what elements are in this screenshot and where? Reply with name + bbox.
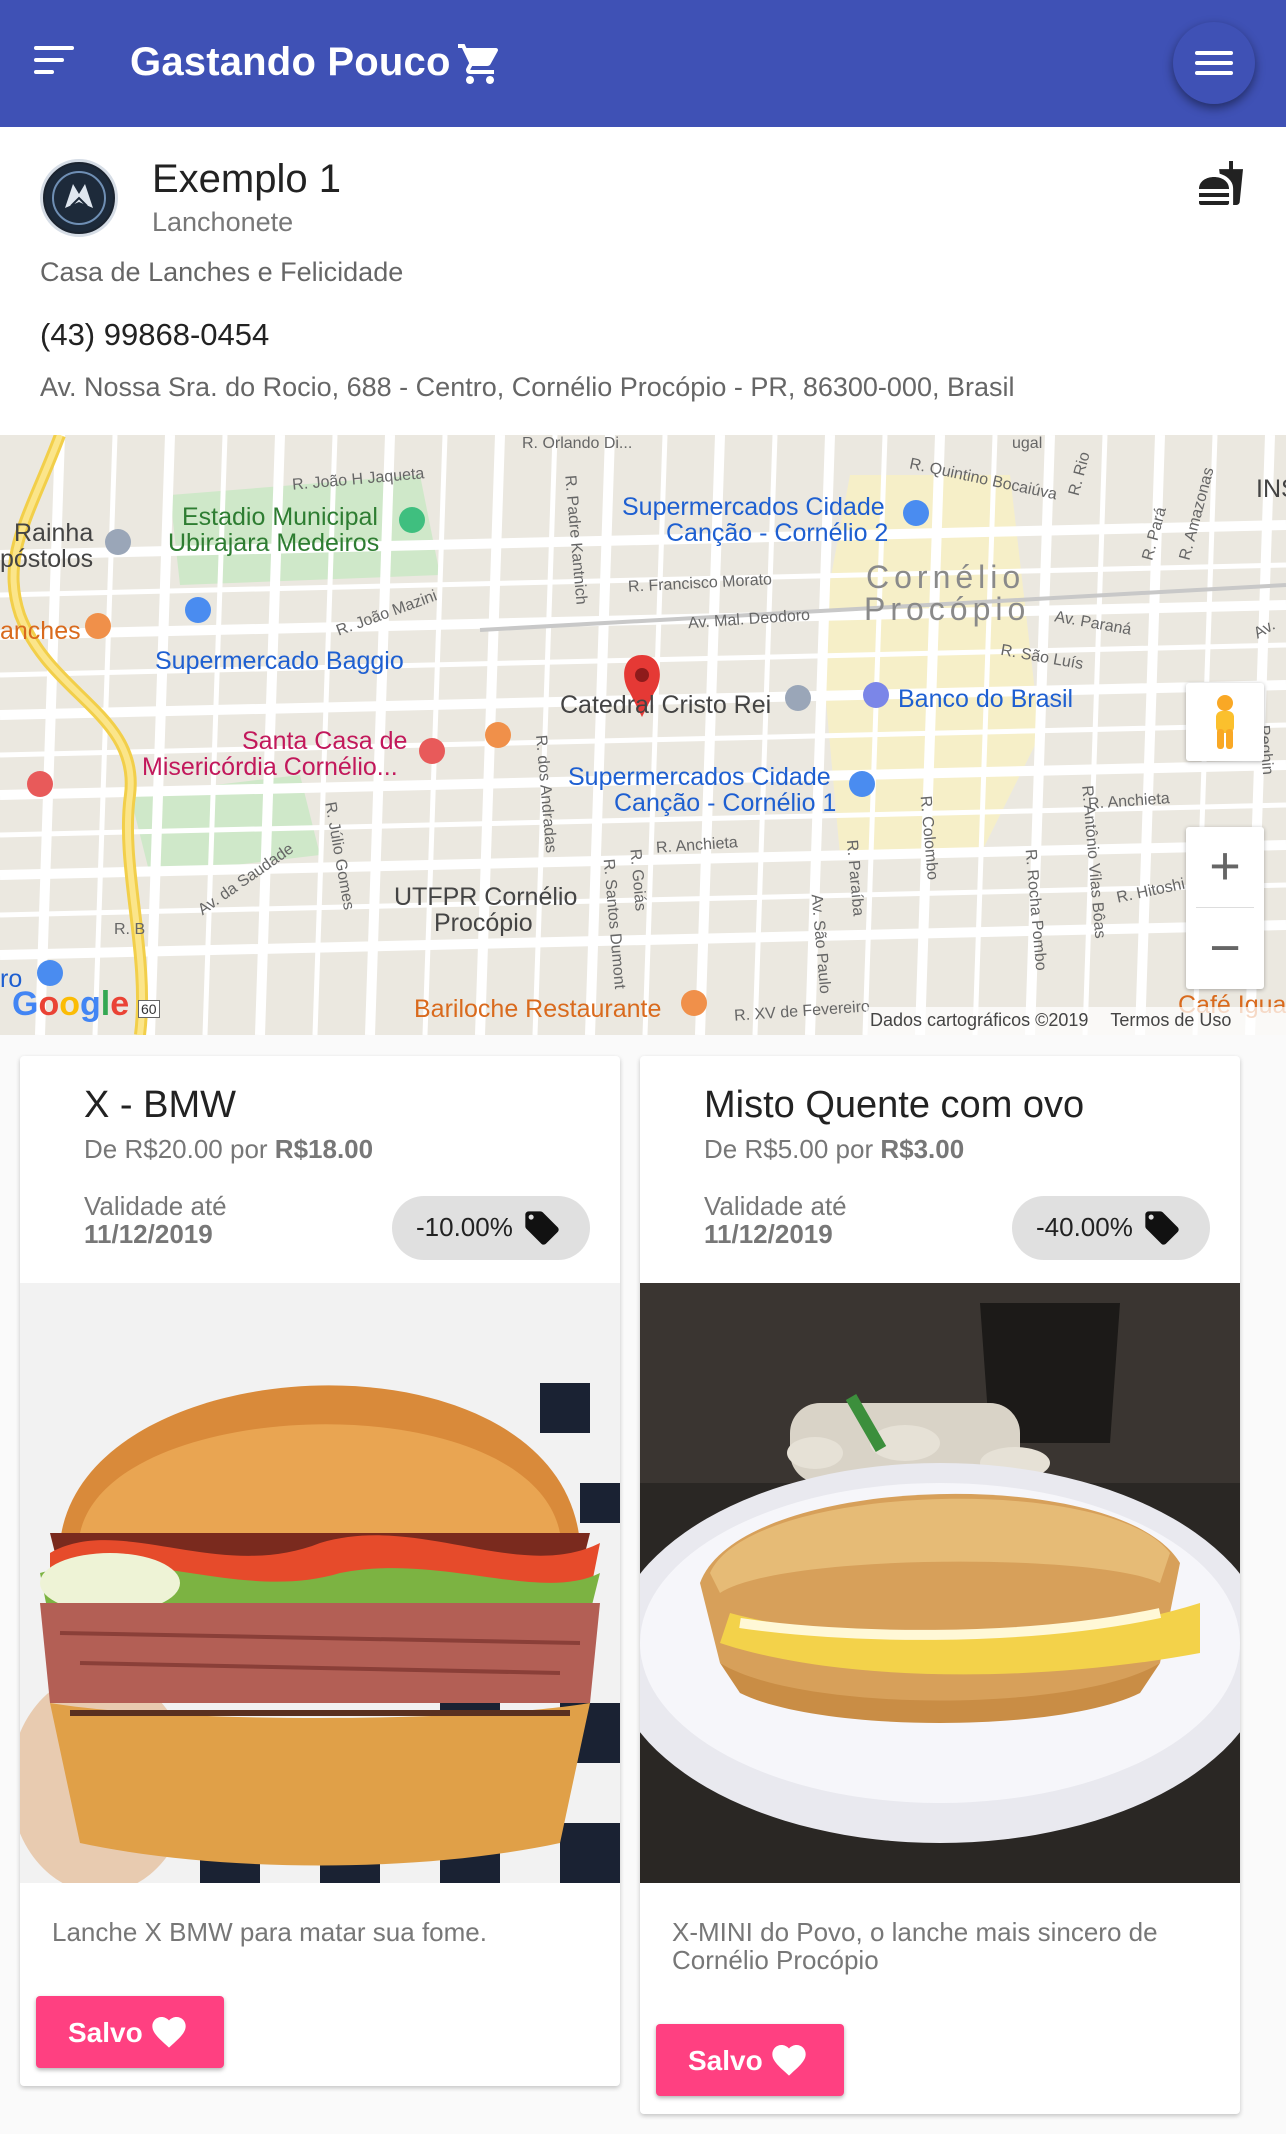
map-label: Banco do Brasil — [898, 685, 1074, 713]
zoom-in-button[interactable]: + — [1186, 827, 1264, 907]
offer-validity: Validade até 11/12/2019 — [704, 1192, 847, 1248]
zoom-control: + − — [1186, 827, 1264, 989]
validity-label: Validade até — [84, 1191, 227, 1221]
store-logo — [40, 159, 118, 237]
offer-card[interactable]: X - BMW De R$20.00 por R$18.00 Validade … — [20, 1056, 620, 2086]
zoom-out-button[interactable]: − — [1186, 909, 1264, 989]
app-title: Gastando Pouco — [130, 40, 451, 84]
saved-label: Salvo — [68, 2017, 143, 2048]
validity-label: Validade até — [704, 1191, 847, 1221]
map-label: Misericórdia Cornélio... — [142, 753, 398, 781]
price-original: De R$20.00 por — [84, 1134, 275, 1164]
discount-chip: -40.00% — [1012, 1196, 1210, 1260]
tag-icon — [1145, 1211, 1179, 1245]
street-label: ugal — [1012, 435, 1043, 452]
map-label: Canção - Cornélio 1 — [614, 789, 837, 817]
cart-icon[interactable] — [455, 40, 505, 88]
offer-title: X - BMW — [84, 1084, 236, 1126]
terms-link[interactable]: Termos de Uso — [1110, 1010, 1231, 1030]
map-label: anches — [0, 617, 81, 645]
offer-photo — [20, 1283, 620, 1883]
validity-date: 11/12/2019 — [84, 1219, 213, 1249]
offer-title: Misto Quente com ovo — [704, 1084, 1085, 1126]
store-name: Exemplo 1 — [152, 157, 341, 201]
tag-icon — [525, 1211, 559, 1245]
store-category: Lanchonete — [152, 207, 294, 237]
map-scale: 60 — [138, 1000, 160, 1018]
store-info: Exemplo 1 Lanchonete Casa de Lanches e F… — [0, 127, 1286, 435]
validity-date: 11/12/2019 — [704, 1219, 833, 1249]
food-icon[interactable] — [1196, 159, 1246, 207]
map-label: Catedral Cristo Rei — [560, 691, 772, 719]
discount-value: -40.00% — [1036, 1212, 1133, 1242]
store-phone[interactable]: (43) 99868-0454 — [40, 317, 269, 353]
map-label: Supermercado Baggio — [155, 647, 404, 675]
offer-description: X-MINI do Povo, o lanche mais sincero de… — [672, 1917, 1158, 1975]
map-label: UTFPR Cornélio — [394, 883, 578, 911]
offer-price: De R$5.00 por R$3.00 — [704, 1134, 964, 1165]
map-label: Supermercados Cidade — [622, 493, 885, 521]
price-new: R$18.00 — [274, 1134, 374, 1164]
discount-chip: -10.00% — [392, 1196, 590, 1260]
street-label: R. Orlando Di... — [522, 435, 633, 452]
pegman-icon[interactable] — [1186, 683, 1264, 761]
heart-icon — [772, 2045, 806, 2076]
map-label: Santa Casa de — [242, 727, 408, 755]
price-new: R$3.00 — [880, 1134, 965, 1164]
price-original: De R$5.00 por — [704, 1134, 881, 1164]
map-label: póstolos — [0, 545, 94, 573]
offer-description: Lanche X BMW para matar sua fome. — [52, 1917, 487, 1947]
street-label: R. B — [114, 921, 146, 938]
map-data-credit: Dados cartográficos ©2019 — [870, 1010, 1089, 1030]
map-label: Bariloche Restaurante — [414, 995, 662, 1023]
app-bar: Gastando Pouco — [0, 0, 1286, 127]
map-label: Canção - Cornélio 2 — [666, 519, 889, 547]
map-label: Estadio Municipal — [182, 503, 378, 531]
map-label: Rainha — [14, 519, 94, 547]
offer-price: De R$20.00 por R$18.00 — [84, 1134, 373, 1165]
map-label: Procópio — [434, 909, 533, 937]
map-attribution: Dados cartográficos ©2019 Termos de Uso — [866, 1007, 1286, 1035]
store-address: Av. Nossa Sra. do Rocio, 688 - Centro, C… — [40, 372, 1015, 402]
store-description: Casa de Lanches e Felicidade — [40, 257, 404, 287]
google-logo: Google — [12, 985, 130, 1023]
saved-button[interactable]: Salvo — [656, 2024, 844, 2096]
discount-value: -10.00% — [416, 1212, 513, 1242]
map-label: Ubirajara Medeiros — [168, 529, 380, 557]
offer-validity: Validade até 11/12/2019 — [84, 1192, 227, 1248]
heart-icon — [152, 2017, 186, 2048]
saved-button[interactable]: Salvo — [36, 1996, 224, 2068]
saved-label: Salvo — [688, 2045, 763, 2076]
map[interactable]: Estadio Municipal Ubirajara Medeiros Sup… — [0, 435, 1286, 1035]
map-label: Procópio — [864, 591, 1031, 627]
menu-icon[interactable] — [34, 46, 74, 82]
map-label: INS — [1256, 475, 1286, 503]
offer-card[interactable]: Misto Quente com ovo De R$5.00 por R$3.0… — [640, 1056, 1240, 2114]
offer-photo — [640, 1283, 1240, 1883]
map-label: Supermercados Cidade — [568, 763, 831, 791]
hamburger-menu-icon[interactable] — [1173, 22, 1255, 104]
